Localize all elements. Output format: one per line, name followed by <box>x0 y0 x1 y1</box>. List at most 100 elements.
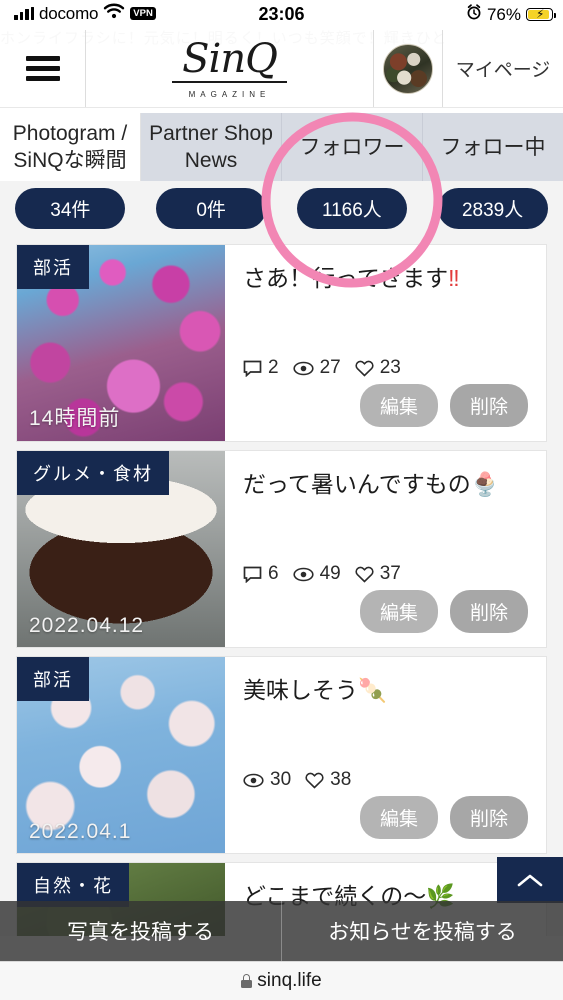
eye-icon <box>292 361 314 376</box>
delete-button[interactable]: 削除 <box>450 384 528 427</box>
tab-following[interactable]: フォロー中 <box>423 113 563 181</box>
post-category-tag: 部活 <box>17 245 89 289</box>
count-cell-photogram[interactable]: 34件 <box>0 188 141 229</box>
post-stats: 30 38 <box>243 769 351 791</box>
post-title-emoji: 🍡 <box>358 677 387 703</box>
edit-button[interactable]: 編集 <box>360 384 438 427</box>
view-stat: 49 <box>292 563 341 585</box>
like-stat: 38 <box>305 769 351 791</box>
post-news-button[interactable]: お知らせを投稿する <box>282 916 563 946</box>
profile-tabs[interactable]: Photogram / SiNQな瞬間 Partner Shop News フォ… <box>0 113 563 181</box>
site-logo[interactable]: SinQ MAGAZINE <box>86 30 373 107</box>
post-actions: 編集 削除 <box>360 590 528 633</box>
tab-following-label: フォロー中 <box>440 135 546 159</box>
comment-count: 6 <box>268 563 279 584</box>
like-stat: 23 <box>355 357 401 379</box>
following-count-badge[interactable]: 2839人 <box>437 188 548 229</box>
tab-partner-label-line1: Partner Shop <box>149 122 273 145</box>
tab-partner-shop-news[interactable]: Partner Shop News <box>141 113 282 181</box>
delete-button[interactable]: 削除 <box>450 796 528 839</box>
chevron-up-icon <box>517 873 543 888</box>
post-body: さあ！行ってきます‼ 2 27 23 編集 削除 <box>225 245 546 441</box>
post-card[interactable]: 部活 2022.04.1 美味しそう🍡 30 38 編集 削除 <box>16 656 547 854</box>
logo-subtitle: MAGAZINE <box>188 89 271 99</box>
view-stat: 30 <box>243 769 291 791</box>
post-body: 美味しそう🍡 30 38 編集 削除 <box>225 657 546 853</box>
post-photo-button[interactable]: 写真を投稿する <box>0 916 281 946</box>
partner-count-badge[interactable]: 0件 <box>156 188 267 229</box>
like-count: 38 <box>330 769 352 790</box>
heart-icon <box>355 360 374 377</box>
post-title-text: 美味しそう <box>243 677 358 703</box>
eye-icon <box>243 773 264 788</box>
comment-stat: 6 <box>243 563 279 585</box>
post-thumbnail[interactable]: グルメ・食材 2022.04.12 <box>17 451 225 647</box>
post-stats: 2 27 23 <box>243 357 401 379</box>
battery-percent-label: 76% <box>486 4 521 24</box>
comment-count: 2 <box>268 357 279 378</box>
phone-screen: 部活 14時間前 さあ！行ってきます‼ 2 27 23 編集 削除 グルメ・食材… <box>0 0 563 1000</box>
hamburger-menu-icon[interactable] <box>25 51 60 86</box>
heart-icon <box>305 772 324 789</box>
post-thumbnail[interactable]: 部活 2022.04.1 <box>17 657 225 853</box>
tab-count-row: 34件 0件 1166人 2839人 <box>0 181 563 236</box>
post-body: だって暑いんですもの🍨 6 49 37 編集 削除 <box>225 451 546 647</box>
post-timestamp: 14時間前 <box>29 407 121 430</box>
tab-photogram-label-line1: Photogram / <box>12 122 128 145</box>
post-card[interactable]: 部活 14時間前 さあ！行ってきます‼ 2 27 23 編集 削除 <box>16 244 547 442</box>
post-title: さあ！行ってきます‼ <box>243 263 530 293</box>
comment-bubble-icon <box>243 566 262 583</box>
alarm-icon <box>466 4 482 25</box>
menu-button[interactable] <box>0 30 86 107</box>
post-card[interactable]: グルメ・食材 2022.04.12 だって暑いんですもの🍨 6 49 37 編集… <box>16 450 547 648</box>
post-title: だって暑いんですもの🍨 <box>243 469 530 499</box>
eye-icon <box>292 567 314 582</box>
battery-charging-icon: ⚡ <box>526 8 556 21</box>
tab-followers[interactable]: フォロワー <box>282 113 423 181</box>
post-title-text: だって暑いんですもの <box>243 471 471 497</box>
post-title-emoji: 🍨 <box>470 471 500 497</box>
post-actions: 編集 削除 <box>360 384 528 427</box>
browser-url-bar[interactable]: sinq.life <box>0 961 563 1000</box>
ios-status-bar: docomo VPN 23:06 76% ⚡ <box>0 0 563 30</box>
heart-icon <box>355 566 374 583</box>
tab-partner-label-line2: News <box>184 149 238 172</box>
mypage-link[interactable]: マイページ <box>443 30 563 107</box>
like-count: 37 <box>379 563 401 584</box>
photogram-count-badge[interactable]: 34件 <box>15 188 126 229</box>
followers-count-badge[interactable]: 1166人 <box>296 188 407 229</box>
tab-followers-label: フォロワー <box>299 135 405 159</box>
tab-photogram[interactable]: Photogram / SiNQな瞬間 <box>0 113 141 181</box>
logo-wordmark: SinQ <box>172 39 287 83</box>
post-actions: 編集 削除 <box>360 796 528 839</box>
post-title-emoji: ‼ <box>448 265 460 291</box>
post-timestamp: 2022.04.12 <box>29 614 145 637</box>
bottom-action-bar: 写真を投稿する お知らせを投稿する <box>0 901 563 961</box>
tab-photogram-label-line2: SiNQな瞬間 <box>13 149 127 172</box>
post-stats: 6 49 37 <box>243 563 401 585</box>
post-feed[interactable]: 部活 14時間前 さあ！行ってきます‼ 2 27 23 編集 削除 グルメ・食材… <box>0 236 563 936</box>
lock-icon <box>241 974 253 988</box>
post-title: 美味しそう🍡 <box>243 675 530 705</box>
edit-button[interactable]: 編集 <box>360 590 438 633</box>
avatar[interactable] <box>373 30 443 107</box>
post-category-tag: グルメ・食材 <box>17 451 169 495</box>
count-cell-followers[interactable]: 1166人 <box>282 188 423 229</box>
scroll-to-top-button[interactable] <box>497 857 563 903</box>
view-stat: 27 <box>292 357 341 379</box>
delete-button[interactable]: 削除 <box>450 590 528 633</box>
comment-stat: 2 <box>243 357 279 379</box>
view-count: 27 <box>319 357 341 378</box>
status-bar-right: 76% ⚡ <box>466 4 556 25</box>
count-cell-following[interactable]: 2839人 <box>422 188 563 229</box>
like-count: 23 <box>379 357 401 378</box>
edit-button[interactable]: 編集 <box>360 796 438 839</box>
url-text: sinq.life <box>257 970 322 991</box>
post-category-tag: 部活 <box>17 657 89 701</box>
post-title-text: さあ！行ってきます <box>243 265 449 291</box>
like-stat: 37 <box>355 563 401 585</box>
count-cell-partner[interactable]: 0件 <box>141 188 282 229</box>
site-header: SinQ MAGAZINE マイページ <box>0 30 563 108</box>
post-thumbnail[interactable]: 部活 14時間前 <box>17 245 225 441</box>
user-avatar-image <box>383 43 433 94</box>
